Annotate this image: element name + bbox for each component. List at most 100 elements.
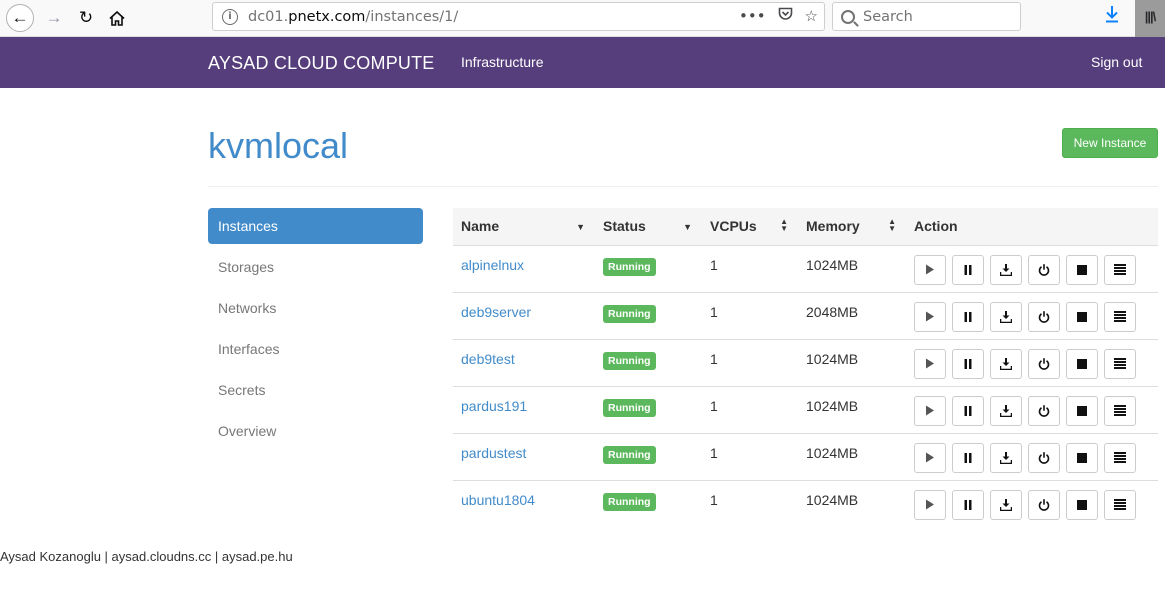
sidebar-item-instances[interactable]: Instances — [208, 208, 423, 244]
save-button[interactable] — [990, 395, 1022, 426]
header-divider — [208, 186, 1158, 187]
save-button[interactable] — [990, 301, 1022, 332]
header-name[interactable]: Name ▼ — [453, 208, 595, 246]
cell-vcpus: 1 — [702, 292, 798, 340]
pause-button[interactable] — [952, 489, 984, 520]
sidebar-item-networks[interactable]: Networks — [208, 290, 423, 326]
details-button[interactable] — [1104, 301, 1136, 332]
footer-text: Aysad Kozanoglu | aysad.cloudns.cc | ays… — [0, 549, 293, 564]
destroy-button[interactable] — [1066, 254, 1098, 285]
menu-icon — [1114, 452, 1126, 463]
cell-status: Running — [595, 386, 702, 434]
signout-link[interactable]: Sign out — [1091, 54, 1142, 70]
sidebar-item-storages[interactable]: Storages — [208, 249, 423, 285]
row-actions — [914, 489, 1158, 520]
sidebar-item-interfaces[interactable]: Interfaces — [208, 331, 423, 367]
play-icon — [925, 358, 935, 369]
cell-actions — [906, 339, 1158, 387]
save-button[interactable] — [990, 348, 1022, 379]
back-arrow-icon[interactable]: ← — [6, 4, 34, 32]
shutdown-button[interactable] — [1028, 348, 1060, 379]
details-button[interactable] — [1104, 395, 1136, 426]
instance-name-link[interactable]: deb9server — [461, 304, 531, 320]
pause-button[interactable] — [952, 442, 984, 473]
details-button[interactable] — [1104, 254, 1136, 285]
cell-actions — [906, 292, 1158, 340]
download-icon[interactable] — [1104, 5, 1120, 29]
pause-button[interactable] — [952, 254, 984, 285]
browser-search-field[interactable]: Search — [832, 2, 1021, 31]
cell-actions — [906, 245, 1158, 293]
nav-infrastructure-link[interactable]: Infrastructure — [461, 54, 543, 70]
save-button[interactable] — [990, 254, 1022, 285]
shutdown-button[interactable] — [1028, 301, 1060, 332]
site-info-icon[interactable]: i — [222, 8, 238, 25]
start-button[interactable] — [914, 442, 946, 473]
start-button[interactable] — [914, 489, 946, 520]
stop-icon — [1077, 405, 1087, 416]
pause-button[interactable] — [952, 395, 984, 426]
details-button[interactable] — [1104, 489, 1136, 520]
header-vcpus[interactable]: VCPUs ▲ ▼ — [702, 208, 798, 246]
shutdown-button[interactable] — [1028, 254, 1060, 285]
row-actions — [914, 301, 1158, 332]
table-row: alpinelnux Running 1 1024MB — [453, 245, 1158, 293]
header-memory[interactable]: Memory ▲ ▼ — [798, 208, 906, 246]
play-icon — [925, 405, 935, 416]
shutdown-button[interactable] — [1028, 442, 1060, 473]
details-button[interactable] — [1104, 442, 1136, 473]
sidebar-item-secrets[interactable]: Secrets — [208, 372, 423, 408]
save-button[interactable] — [990, 442, 1022, 473]
instance-name-link[interactable]: deb9test — [461, 351, 515, 367]
instance-name-link[interactable]: pardus191 — [461, 398, 527, 414]
start-button[interactable] — [914, 395, 946, 426]
reload-icon[interactable]: ↻ — [72, 4, 100, 32]
table-row: pardustest Running 1 1024MB — [453, 433, 1158, 481]
cell-memory: 1024MB — [798, 339, 906, 387]
home-icon[interactable] — [103, 4, 131, 32]
destroy-button[interactable] — [1066, 489, 1098, 520]
forward-arrow-icon[interactable]: → — [40, 4, 68, 32]
bookmark-star-icon[interactable]: ☆ — [805, 7, 818, 25]
pocket-icon[interactable] — [778, 7, 793, 25]
start-button[interactable] — [914, 254, 946, 285]
url-text[interactable]: dc01.pnetx.com/instances/1/ — [248, 9, 458, 25]
instances-table: Name ▼ Status ▼ VCPUs ▲ ▼ Memory ▲ ▼ Action al… — [453, 208, 1158, 527]
pause-button[interactable] — [952, 348, 984, 379]
instance-name-link[interactable]: alpinelnux — [461, 257, 524, 273]
header-action: Action — [906, 208, 1158, 246]
start-button[interactable] — [914, 348, 946, 379]
destroy-button[interactable] — [1066, 395, 1098, 426]
table-row: deb9test Running 1 1024MB — [453, 339, 1158, 387]
status-badge: Running — [603, 257, 656, 276]
download-icon — [1000, 451, 1012, 464]
destroy-button[interactable] — [1066, 301, 1098, 332]
page-actions-icon[interactable]: ••• — [739, 7, 766, 25]
pause-button[interactable] — [952, 301, 984, 332]
new-instance-button[interactable]: New Instance — [1062, 128, 1158, 158]
cell-vcpus: 1 — [702, 245, 798, 293]
power-icon — [1038, 263, 1050, 276]
instance-name-link[interactable]: pardustest — [461, 445, 526, 461]
status-badge: Running — [603, 304, 656, 323]
start-button[interactable] — [914, 301, 946, 332]
shutdown-button[interactable] — [1028, 395, 1060, 426]
save-button[interactable] — [990, 489, 1022, 520]
url-bar[interactable]: i dc01.pnetx.com/instances/1/ ••• ☆ — [212, 2, 825, 31]
shutdown-button[interactable] — [1028, 489, 1060, 520]
sidebar-item-overview[interactable]: Overview — [208, 413, 423, 449]
download-icon — [1000, 498, 1012, 511]
cell-actions — [906, 386, 1158, 434]
instance-name-link[interactable]: ubuntu1804 — [461, 492, 535, 508]
pause-icon — [964, 264, 972, 275]
details-button[interactable] — [1104, 348, 1136, 379]
menu-icon — [1114, 499, 1126, 510]
play-icon — [925, 499, 935, 510]
header-status[interactable]: Status ▼ — [595, 208, 702, 246]
status-badge: Running — [603, 492, 656, 511]
destroy-button[interactable] — [1066, 442, 1098, 473]
brand-link[interactable]: AYSAD CLOUD COMPUTE — [208, 53, 435, 74]
sort-both-icon: ▲ ▼ — [888, 217, 896, 233]
cell-actions — [906, 433, 1158, 481]
destroy-button[interactable] — [1066, 348, 1098, 379]
